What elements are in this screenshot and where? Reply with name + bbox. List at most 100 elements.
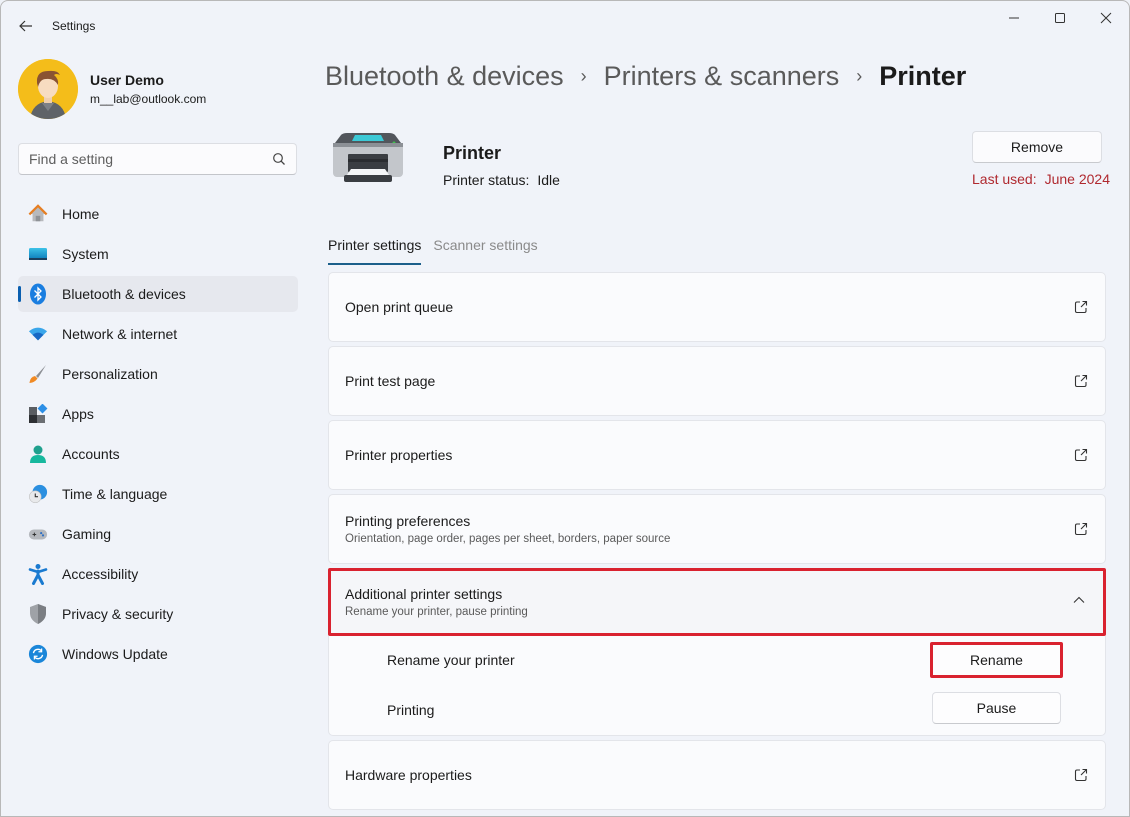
gamepad-icon — [28, 524, 48, 544]
last-used: Last used: June 2024 — [972, 171, 1110, 187]
last-used-value: June 2024 — [1044, 171, 1111, 187]
update-icon — [28, 644, 48, 664]
card-title: Printer properties — [345, 447, 453, 463]
system-icon — [28, 244, 48, 264]
accessibility-icon — [28, 564, 48, 585]
rename-button[interactable]: Rename — [930, 642, 1063, 678]
printer-properties-card[interactable]: Printer properties — [328, 420, 1106, 490]
sidebar-nav: Home System Bluetooth & devices Network … — [18, 196, 298, 676]
open-print-queue-card[interactable]: Open print queue — [328, 272, 1106, 342]
sidebar-label: Home — [62, 206, 100, 222]
sidebar-label: Privacy & security — [62, 606, 174, 622]
tab-bar: Printer settings Scanner settings — [328, 237, 550, 265]
sidebar-label: Accounts — [62, 446, 120, 462]
sidebar-item-apps[interactable]: Apps — [18, 396, 298, 432]
back-arrow-icon — [19, 20, 32, 32]
sidebar-label: Personalization — [62, 366, 158, 382]
user-profile[interactable]: User Demo m__lab@outlook.com — [18, 59, 206, 119]
brush-icon — [28, 364, 48, 384]
profile-email: m__lab@outlook.com — [90, 92, 207, 106]
open-external-icon — [1074, 300, 1088, 314]
breadcrumb-chevron-icon: › — [856, 66, 863, 86]
printer-icon — [333, 133, 403, 182]
page-title: Printer — [879, 61, 967, 91]
device-name: Printer — [443, 143, 502, 163]
card-title: Additional printer settings — [345, 586, 503, 602]
card-title: Open print queue — [345, 299, 454, 315]
apps-icon — [28, 404, 48, 424]
card-subtitle: Orientation, page order, pages per sheet… — [345, 533, 671, 545]
settings-window: Settings User Demo m__lab@outlook.com Fi… — [0, 0, 1130, 817]
open-external-icon — [1074, 374, 1088, 388]
remove-button[interactable]: Remove — [972, 131, 1102, 163]
breadcrumb: Bluetooth & devices › Printers & scanner… — [325, 61, 966, 92]
status-label: Printer status: — [443, 172, 530, 188]
title-bar: Settings — [1, 1, 1129, 51]
additional-settings-panel: Rename your printer Rename Printing Paus… — [328, 636, 1106, 736]
breadcrumb-printers-scanners[interactable]: Printers & scanners — [604, 61, 840, 92]
minimize-button[interactable] — [991, 7, 1037, 29]
pause-button[interactable]: Pause — [932, 692, 1061, 724]
close-button[interactable] — [1083, 7, 1129, 29]
profile-name: User Demo — [90, 72, 164, 88]
wifi-icon — [28, 324, 48, 344]
sidebar-item-home[interactable]: Home — [18, 196, 298, 232]
last-used-label: Last used: — [972, 171, 1037, 187]
status-value: Idle — [537, 172, 560, 188]
open-external-icon — [1074, 522, 1088, 536]
minimize-icon — [1009, 17, 1019, 19]
sidebar-label: Windows Update — [62, 646, 168, 662]
sidebar-label: Accessibility — [62, 566, 139, 582]
search-box[interactable] — [18, 143, 297, 175]
sidebar-item-bluetooth-devices[interactable]: Bluetooth & devices — [18, 276, 298, 312]
avatar-image — [18, 59, 78, 119]
sidebar-item-accounts[interactable]: Accounts — [18, 436, 298, 472]
search-input[interactable] — [19, 144, 259, 174]
rename-printer-label: Rename your printer — [387, 652, 515, 668]
tab-scanner-settings[interactable]: Scanner settings — [433, 237, 537, 265]
sidebar-item-time-language[interactable]: Time & language — [18, 476, 298, 512]
breadcrumb-chevron-icon: › — [580, 66, 587, 86]
time-language-icon — [28, 484, 48, 504]
sidebar-item-personalization[interactable]: Personalization — [18, 356, 298, 392]
printing-preferences-card[interactable]: Printing preferences Orientation, page o… — [328, 494, 1106, 564]
card-title: Print test page — [345, 373, 436, 389]
sidebar-item-system[interactable]: System — [18, 236, 298, 272]
back-button[interactable] — [13, 13, 39, 39]
sidebar-label: Network & internet — [62, 326, 178, 342]
bluetooth-icon — [28, 283, 48, 305]
sidebar-label: Apps — [62, 406, 94, 422]
printer-status: Printer status: Idle — [443, 172, 560, 188]
search-icon[interactable] — [272, 152, 286, 166]
app-title: Settings — [52, 19, 96, 33]
sidebar-label: Gaming — [62, 526, 112, 542]
additional-printer-settings-card[interactable]: Additional printer settings Rename your … — [328, 568, 1106, 636]
settings-list: Open print queue Print test page Printer… — [328, 272, 1106, 814]
sidebar-item-network-internet[interactable]: Network & internet — [18, 316, 298, 352]
printing-label: Printing — [387, 702, 435, 718]
print-test-page-card[interactable]: Print test page — [328, 346, 1106, 416]
open-external-icon — [1074, 768, 1088, 782]
card-title: Hardware properties — [345, 767, 472, 783]
sidebar-item-gaming[interactable]: Gaming — [18, 516, 298, 552]
sidebar-label: Bluetooth & devices — [62, 286, 186, 302]
breadcrumb-bluetooth-devices[interactable]: Bluetooth & devices — [325, 61, 564, 92]
sidebar-label: Time & language — [62, 486, 168, 502]
maximize-button[interactable] — [1037, 7, 1083, 29]
sidebar-item-windows-update[interactable]: Windows Update — [18, 636, 298, 672]
card-subtitle: Rename your printer, pause printing — [345, 606, 528, 618]
open-external-icon — [1074, 448, 1088, 462]
device-header: Printer Printer status: Idle — [331, 129, 560, 189]
sidebar-label: System — [62, 246, 109, 262]
home-icon — [28, 204, 48, 224]
maximize-icon — [1055, 13, 1065, 23]
avatar — [18, 59, 78, 119]
card-title: Printing preferences — [345, 513, 471, 529]
accounts-icon — [28, 444, 48, 464]
tab-printer-settings[interactable]: Printer settings — [328, 237, 422, 265]
hardware-properties-card[interactable]: Hardware properties — [328, 740, 1106, 810]
chevron-up-icon[interactable] — [1072, 595, 1086, 605]
sidebar-item-privacy-security[interactable]: Privacy & security — [18, 596, 298, 632]
shield-icon — [28, 604, 48, 624]
sidebar-item-accessibility[interactable]: Accessibility — [18, 556, 298, 592]
